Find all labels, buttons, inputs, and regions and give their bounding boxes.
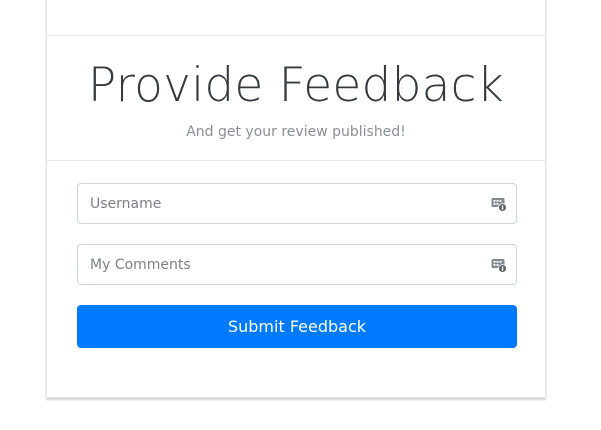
card-top-strip: [47, 0, 545, 36]
username-input[interactable]: [78, 184, 516, 223]
feedback-card: Provide Feedback And get your review pub…: [46, 0, 546, 398]
submit-feedback-button[interactable]: Submit Feedback: [77, 305, 517, 348]
page-title: Provide Feedback: [87, 58, 505, 113]
comments-input[interactable]: [78, 245, 516, 284]
username-field: [77, 183, 517, 224]
password-manager-icon[interactable]: [491, 257, 507, 273]
password-manager-icon[interactable]: [491, 196, 507, 212]
comments-field: [77, 244, 517, 285]
card-header: Provide Feedback And get your review pub…: [47, 36, 545, 161]
page-subtitle: And get your review published!: [186, 124, 406, 140]
